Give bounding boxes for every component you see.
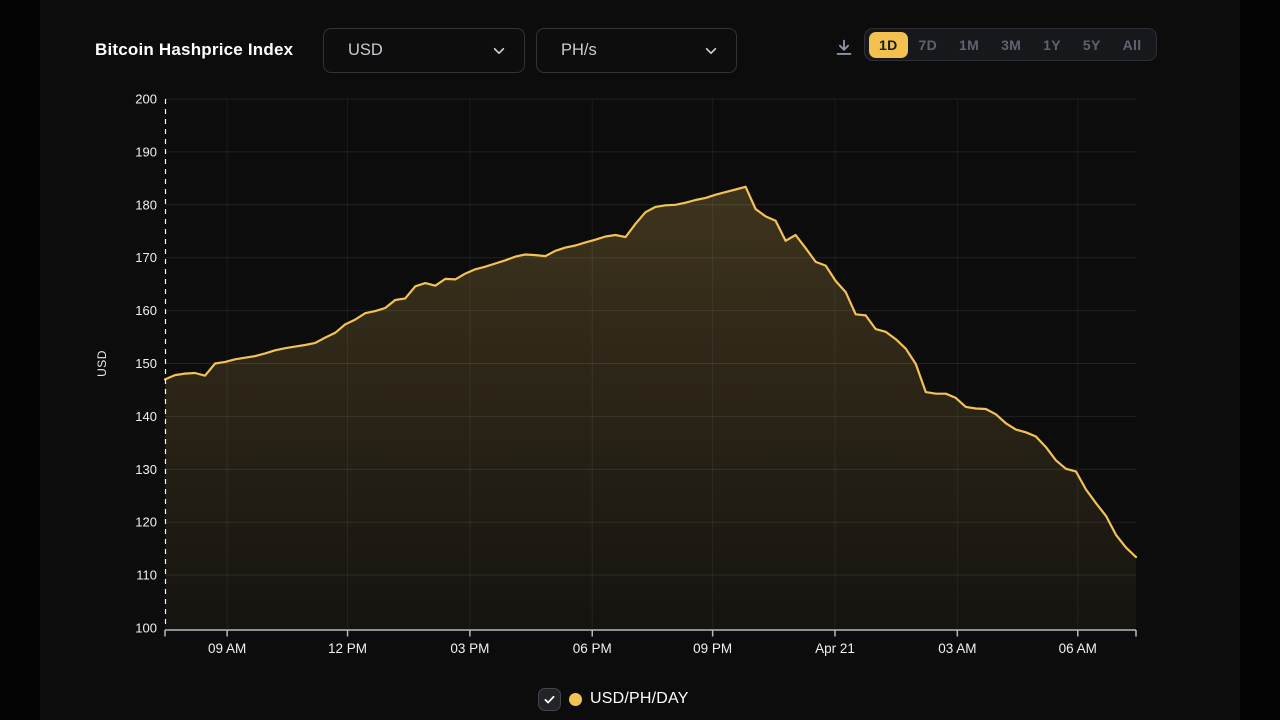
download-button[interactable]: [829, 33, 859, 63]
chevron-down-icon: [704, 44, 718, 58]
y-axis-title: USD: [95, 350, 109, 377]
y-tick-label: 120: [135, 515, 157, 530]
unit-dropdown[interactable]: PH/s: [536, 28, 737, 73]
y-tick-label: 100: [135, 621, 157, 636]
x-tick-label: 06 PM: [573, 641, 612, 656]
y-tick-label: 160: [135, 303, 157, 318]
x-tick-label: 03 PM: [450, 641, 489, 656]
series-color-dot: [569, 693, 582, 706]
chevron-down-icon: [492, 44, 506, 58]
range-button-1m[interactable]: 1M: [948, 34, 990, 56]
x-tick-label: 09 AM: [208, 641, 246, 656]
y-tick-label: 110: [136, 568, 157, 583]
y-tick-label: 170: [135, 250, 157, 265]
page-title: Bitcoin Hashprice Index: [95, 40, 293, 60]
range-button-3m[interactable]: 3M: [990, 34, 1032, 56]
x-tick-label: 06 AM: [1059, 641, 1097, 656]
range-button-1y[interactable]: 1Y: [1032, 34, 1072, 56]
x-tick-label: 09 PM: [693, 641, 732, 656]
x-tick-label: 12 PM: [328, 641, 367, 656]
currency-dropdown-value: USD: [348, 41, 383, 60]
range-button-1d[interactable]: 1D: [869, 32, 908, 58]
check-icon: [542, 692, 557, 707]
currency-dropdown[interactable]: USD: [323, 28, 525, 73]
hashprice-chart[interactable]: 100 110 120 130 140 150 160 170 180 190 200 USD 09 A…: [0, 0, 1280, 720]
range-button-7d[interactable]: 7D: [908, 34, 949, 56]
y-tick-label: 130: [135, 462, 157, 477]
y-tick-label: 150: [135, 356, 157, 371]
download-icon: [833, 37, 855, 59]
y-tick-label: 190: [135, 144, 157, 159]
range-button-5y[interactable]: 5Y: [1072, 34, 1112, 56]
y-tick-label: 180: [135, 197, 157, 212]
series-label[interactable]: USD/PH/DAY: [590, 690, 689, 708]
chart-legend: USD/PH/DAY: [538, 687, 689, 711]
range-button-all[interactable]: All: [1112, 34, 1153, 56]
unit-dropdown-value: PH/s: [561, 41, 597, 60]
y-tick-label: 200: [135, 92, 157, 107]
series-area-fill: [165, 187, 1136, 629]
range-selector: 1D7D1M3M1Y5YAll: [864, 28, 1157, 61]
x-tick-label: 03 AM: [938, 641, 976, 656]
y-tick-label: 140: [135, 409, 157, 424]
x-tick-label: Apr 21: [815, 641, 855, 656]
legend-checkbox[interactable]: [538, 688, 561, 711]
